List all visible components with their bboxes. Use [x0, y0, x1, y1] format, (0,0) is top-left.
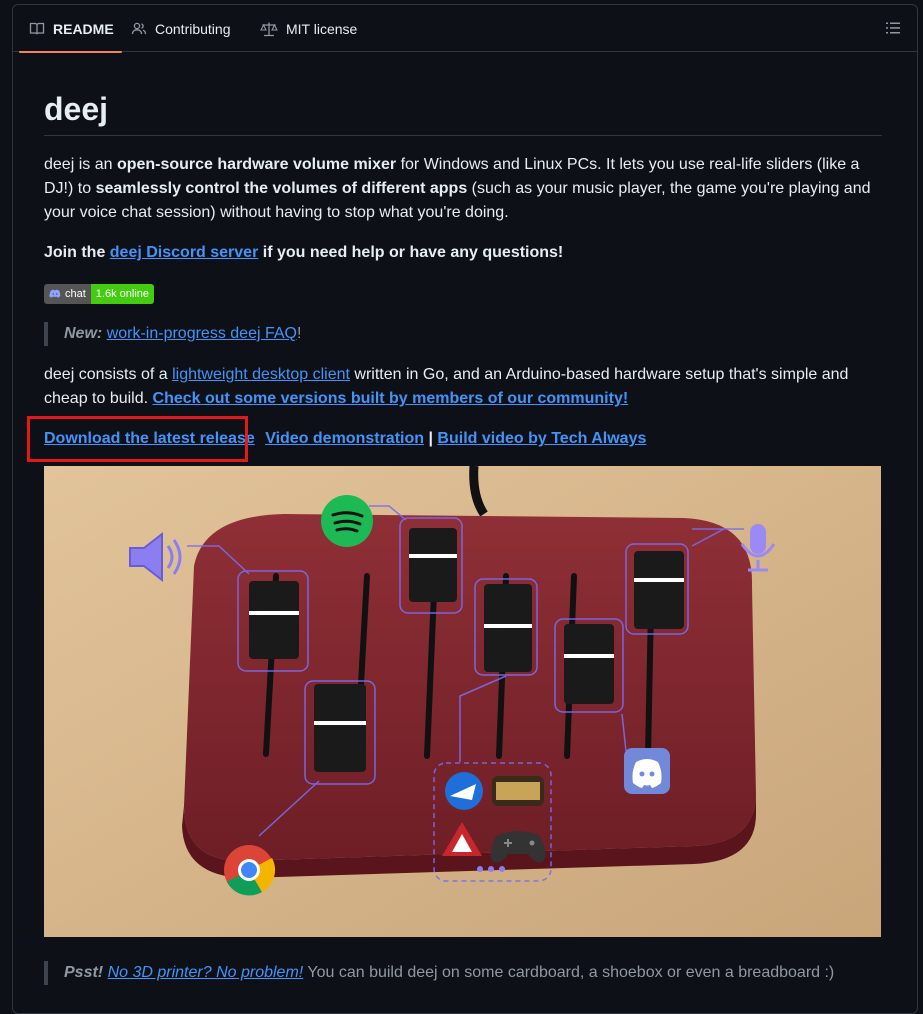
table-of-contents-button[interactable]: [885, 20, 901, 41]
highlight-box: [27, 416, 248, 462]
intro-bold-1: open-source hardware volume mixer: [116, 156, 397, 173]
rocket-league-icon: [445, 772, 483, 810]
badge-right-text: 1.6k online: [90, 284, 155, 304]
tab-readme[interactable]: README: [19, 5, 122, 53]
no-3d-printer-link[interactable]: No 3D printer? No problem!: [108, 964, 304, 981]
links-separator: |: [428, 430, 433, 447]
join-paragraph: Join the deej Discord server if you need…: [44, 241, 563, 265]
readme-tab-bar: README Contributing MIT license: [13, 5, 917, 53]
join-post: if you need help or have any questions!: [258, 244, 564, 261]
faq-label: New:: [64, 325, 103, 342]
deej-hardware-photo: [44, 466, 881, 937]
intro-text-1: deej is an: [44, 156, 117, 173]
book-icon: [29, 22, 45, 34]
psst-blockquote: Psst! No 3D printer? No problem! You can…: [44, 961, 882, 985]
faq-end: !: [296, 325, 302, 342]
scale-icon: [260, 22, 278, 36]
community-builds-link[interactable]: Check out some versions built by members…: [153, 390, 629, 407]
tab-readme-label: README: [53, 20, 114, 37]
tab-license-label: MIT license: [286, 20, 358, 37]
mixer-illustration: [44, 466, 881, 937]
badge-left-text: chat: [65, 288, 86, 300]
discord-app-icon: [624, 748, 670, 794]
spotify-icon: [321, 495, 373, 547]
people-icon: [131, 22, 147, 34]
badge-left: chat: [44, 284, 91, 304]
psst-label: Psst!: [64, 964, 104, 981]
faq-blockquote: New: work-in-progress deej FAQ!: [44, 322, 882, 346]
join-pre: Join the: [44, 244, 110, 261]
tab-license[interactable]: MIT license: [260, 5, 357, 52]
desktop-client-link[interactable]: lightweight desktop client: [172, 366, 350, 383]
readme-content: deej deej is an open-source hardware vol…: [27, 89, 882, 985]
discord-chat-badge[interactable]: chat 1.6k online: [44, 284, 155, 304]
video-demo-link[interactable]: Video demonstration: [265, 430, 424, 447]
readme-panel: README Contributing MIT license deej dee…: [12, 4, 918, 1014]
intro-paragraph: deej is an open-source hardware volume m…: [44, 153, 882, 225]
discord-server-link[interactable]: deej Discord server: [110, 244, 259, 261]
faq-link[interactable]: work-in-progress deej FAQ: [107, 325, 297, 342]
build-video-link[interactable]: Build video by Tech Always: [437, 430, 646, 447]
path-of-exile-icon: [492, 776, 544, 806]
intro-bold-2: seamlessly control the volumes of differ…: [95, 180, 468, 197]
page-title: deej: [44, 89, 882, 136]
list-icon: [886, 22, 900, 34]
discord-icon: [49, 289, 61, 298]
consists-text-1: deej consists of a: [44, 366, 173, 383]
psst-text: You can build deej on some cardboard, a …: [303, 964, 835, 981]
tab-contributing[interactable]: Contributing: [131, 5, 231, 52]
consists-paragraph: deej consists of a lightweight desktop c…: [44, 363, 882, 411]
tab-contributing-label: Contributing: [155, 20, 231, 37]
